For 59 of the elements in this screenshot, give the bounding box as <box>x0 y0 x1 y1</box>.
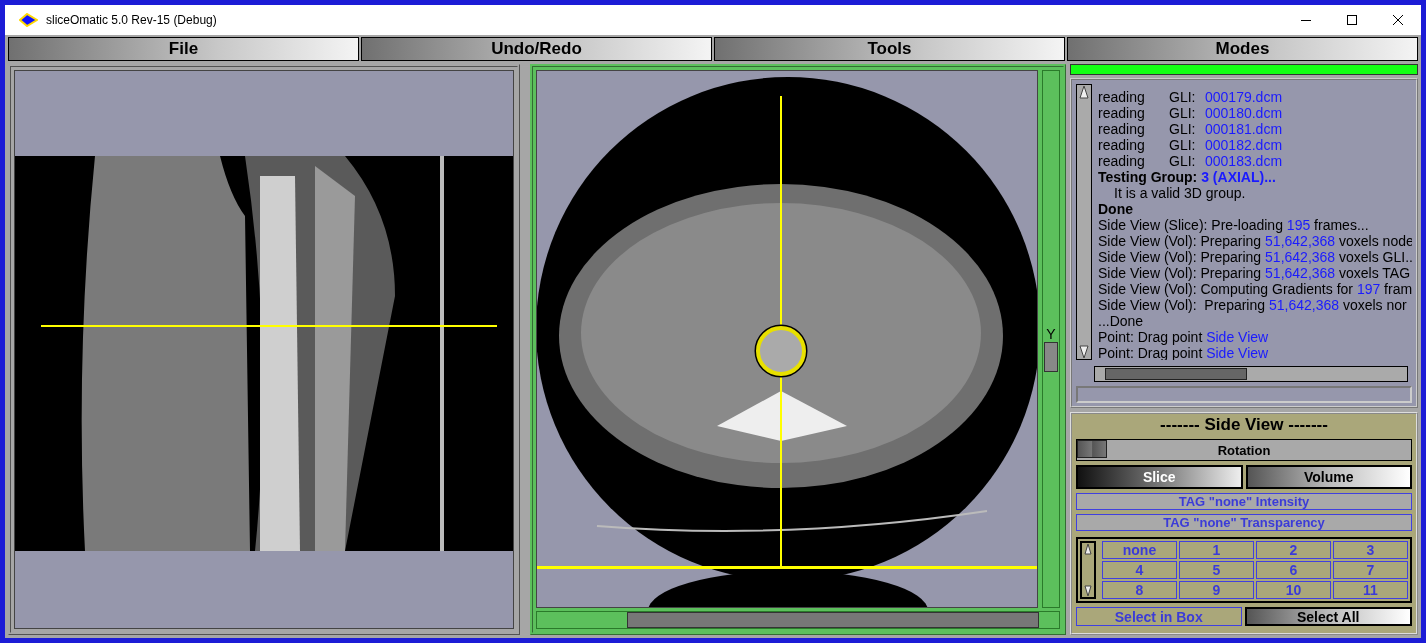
horizontal-scrollbar[interactable] <box>536 611 1060 629</box>
scroll-thumb[interactable] <box>627 612 1039 628</box>
log-line: Side View (Vol): Preparing 51,642,368 voxels TAG <box>1098 265 1412 281</box>
slider-thumb[interactable] <box>1077 440 1107 458</box>
tag-button[interactable]: 6 <box>1256 561 1331 579</box>
log-line: Side View (Vol): Computing Gradients for 197 fram <box>1098 281 1412 297</box>
log-line: reading GLI: 000182.dcm <box>1098 137 1284 153</box>
vertical-scrollbar[interactable] <box>1080 541 1096 599</box>
log-line: Side View (Slice): Pre-loading 195 frames... <box>1098 217 1370 233</box>
log-line: Done <box>1098 201 1134 217</box>
log-line: Side View (Vol): Preparing 51,642,368 voxels nor <box>1098 297 1408 313</box>
app-icon <box>19 13 38 27</box>
down-arrow-icon[interactable] <box>1084 585 1092 597</box>
rotation-slider[interactable]: Rotation <box>1076 439 1412 461</box>
view-mode-tab[interactable]: Slice <box>1076 465 1243 489</box>
menu-button[interactable]: Tools <box>714 37 1065 61</box>
view-mode-tab[interactable]: Volume <box>1245 465 1412 489</box>
menu-button[interactable]: Modes <box>1067 37 1418 61</box>
select-button[interactable]: Select All <box>1244 607 1412 626</box>
menu-button[interactable]: File <box>8 37 359 61</box>
tag-button[interactable]: 1 <box>1179 541 1254 559</box>
tag-button[interactable]: 8 <box>1102 581 1177 599</box>
tag-button[interactable]: 10 <box>1256 581 1331 599</box>
tag-button[interactable]: 11 <box>1333 581 1408 599</box>
scroll-thumb[interactable] <box>1105 368 1247 380</box>
maximize-icon <box>1347 15 1357 25</box>
close-icon <box>1393 15 1403 25</box>
log-line: It is a valid 3D group. <box>1113 185 1247 201</box>
panel-title: ------- Side View ------- <box>1159 415 1329 435</box>
up-arrow-icon[interactable] <box>1084 543 1092 555</box>
tag-property-button[interactable]: TAG "none" Transparency <box>1076 514 1412 531</box>
log-line: reading GLI: 000181.dcm <box>1098 121 1284 137</box>
log-line: reading GLI: 000183.dcm <box>1098 153 1284 169</box>
log-line: Point: Drag point Side View <box>1098 345 1270 360</box>
horizontal-scrollbar[interactable] <box>1094 366 1408 382</box>
vertical-scrollbar[interactable]: Y <box>1042 70 1060 608</box>
menu-button[interactable]: Undo/Redo <box>361 37 712 61</box>
tag-button[interactable]: none <box>1102 541 1177 559</box>
tag-button[interactable]: 2 <box>1256 541 1331 559</box>
vertical-scrollbar[interactable] <box>1076 84 1092 360</box>
tag-button[interactable]: 4 <box>1102 561 1177 579</box>
scroll-thumb[interactable] <box>1044 342 1058 372</box>
input-field[interactable] <box>1076 386 1412 403</box>
window-title: sliceOmatic 5.0 Rev-15 (Debug) <box>46 13 218 27</box>
select-button[interactable]: Select in Box <box>1076 607 1242 626</box>
down-arrow-icon[interactable] <box>1079 345 1089 359</box>
log-line: Testing Group: 3 (AXIAL)... <box>1098 169 1277 185</box>
axis-label: Y <box>1046 326 1056 342</box>
log-line: Point: Drag point Side View <box>1098 329 1270 345</box>
log-line: Side View (Vol): Preparing 51,642,368 voxels GLI.. <box>1098 249 1412 265</box>
log-line: ...Done <box>1098 313 1145 329</box>
tag-button[interactable]: 9 <box>1179 581 1254 599</box>
log-line: reading GLI: 000180.dcm <box>1098 105 1284 121</box>
tag-button[interactable]: 5 <box>1179 561 1254 579</box>
tag-button[interactable]: 3 <box>1333 541 1408 559</box>
tag-property-button[interactable]: TAG "none" Intensity <box>1076 493 1412 510</box>
up-arrow-icon[interactable] <box>1079 85 1089 99</box>
log-line: reading GLI: 000179.dcm <box>1098 89 1284 105</box>
tag-button[interactable]: 7 <box>1333 561 1408 579</box>
